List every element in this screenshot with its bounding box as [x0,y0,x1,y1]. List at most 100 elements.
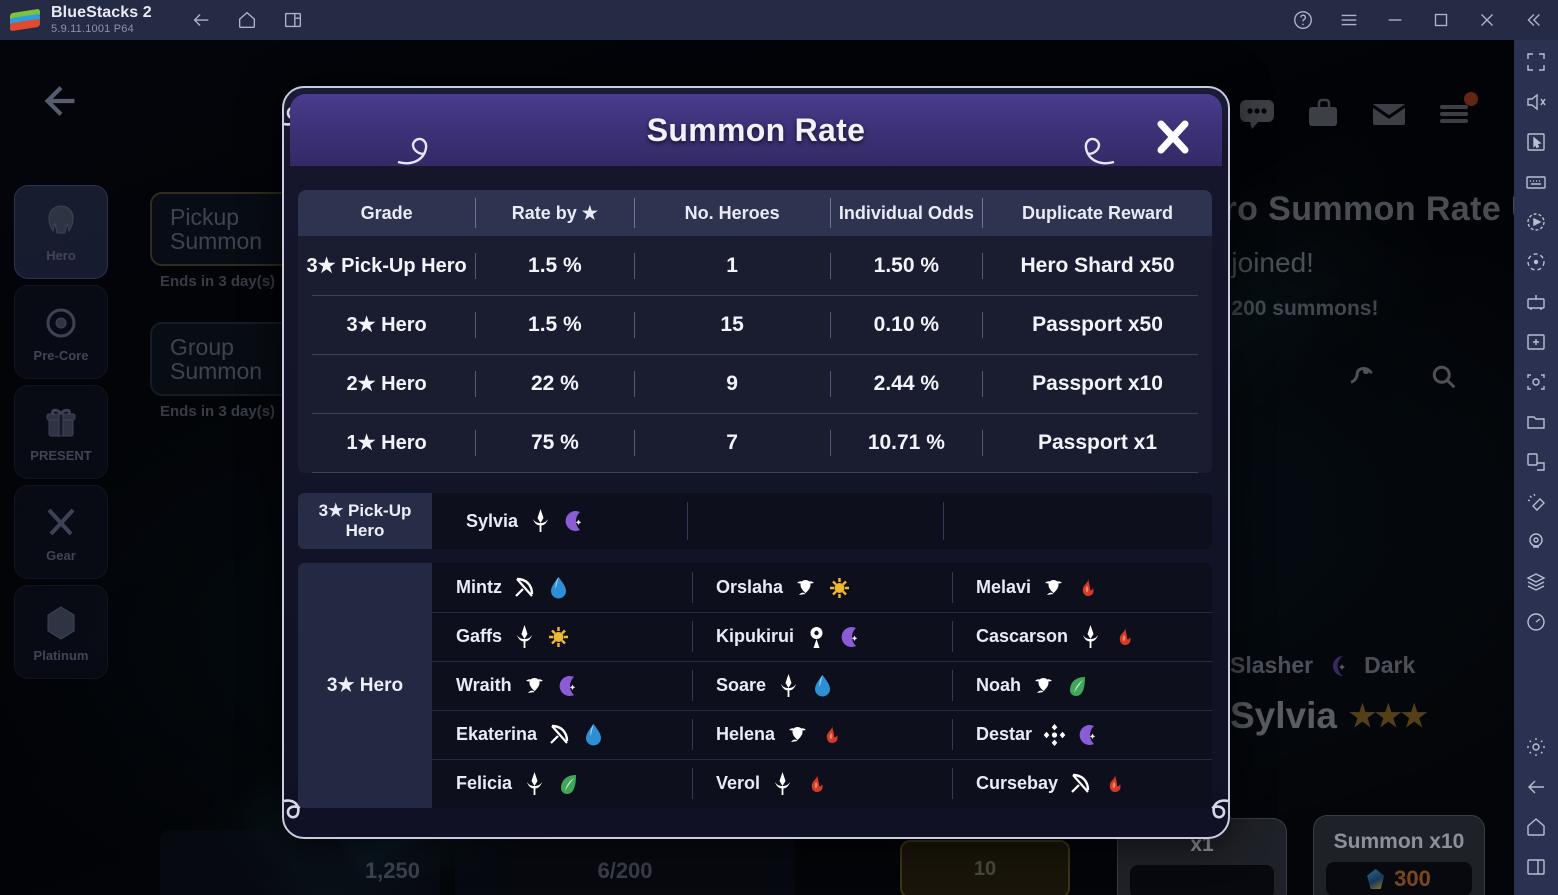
multi-instance-manager-icon[interactable] [1524,290,1548,314]
sidebar-item-label: Platinum [33,647,89,663]
back-icon[interactable] [1524,775,1548,799]
shake-icon[interactable] [1524,490,1548,514]
rotate-icon[interactable] [1524,450,1548,474]
summon-x1-cost [1130,865,1274,895]
hero-grid-row: Gaffs Kipukirui Cascarson [432,612,1212,661]
hero-name: Sylvia [466,510,519,531]
layers-icon[interactable] [1524,570,1548,594]
hero-name: Sylvia [1230,695,1337,736]
pointer-icon[interactable] [1524,130,1548,154]
sidebar-item-platinum[interactable]: Platinum [14,585,108,679]
back-icon[interactable] [190,9,212,31]
modal-body: Grade Rate by ★ No. Heroes Individual Od… [284,166,1228,808]
cell-rate: 75 % [530,430,579,454]
banner-action-buttons [1330,345,1514,407]
column-header-duplicate-reward: Duplicate Reward [1021,202,1174,223]
bag-icon[interactable] [1304,98,1342,130]
hero-name: Noah [976,675,1021,695]
core-icon [40,302,82,344]
hero-name: Cursebay [976,773,1059,793]
three-star-hero-section: 3★ Hero Mintz Orslaha Melavi Gaffs Kipuk… [298,563,1212,808]
app-title: BlueStacks 2 [51,3,152,21]
search-button[interactable] [1412,345,1474,407]
summon-rate-table: Grade Rate by ★ No. Heroes Individual Od… [298,190,1212,473]
list-item: Melavi [952,563,1212,612]
home-icon[interactable] [236,9,258,31]
sidebar-item-present[interactable]: PRESENT [14,385,108,479]
hero-name: Cascarson [976,626,1069,646]
sidebar-item-gear[interactable]: Gear [14,485,108,579]
hero-name: Verol [716,773,761,793]
recents-icon[interactable] [1524,855,1548,879]
mute-icon[interactable] [1524,90,1548,114]
hero-name: Orslaha [716,577,784,597]
list-item: Mintz [432,563,692,612]
cell-grade: 2★ Hero [346,373,427,395]
hero-grid-row: Mintz Orslaha Melavi [432,563,1212,612]
column-header-grade: Grade [360,202,413,223]
home-icon[interactable] [1524,815,1548,839]
cell-reward: Passport x10 [1032,371,1163,395]
sidebar-item-pre-core[interactable]: Pre-Core [14,285,108,379]
close-icon[interactable] [1150,114,1196,160]
dark-element-icon [557,673,580,699]
apk-install-icon[interactable] [1524,330,1548,354]
cell-odds: 1.50 % [873,253,940,277]
multi-instance-icon[interactable] [282,9,304,31]
dark-element-icon [839,624,862,650]
settings-icon[interactable] [1524,735,1548,759]
macro-record-icon[interactable] [1524,250,1548,274]
dark-element-icon [1327,653,1350,679]
modal-title: Summon Rate [646,111,866,148]
cell-rate: 22 % [530,371,579,395]
close-icon[interactable] [1476,9,1498,31]
macro-play-icon[interactable] [1524,210,1548,234]
pickup-hero-section: 3★ Pick-Up Hero Sylvia [298,493,1212,549]
mail-icon[interactable] [1370,98,1408,130]
screenshot-icon[interactable] [1524,370,1548,394]
table-row: 3★ Pick-Up Hero 1.5 % 1 1.50 % Hero Shar… [298,236,1212,295]
dark-element-icon [563,508,586,534]
hero-preview-button[interactable] [1330,345,1392,407]
fire-element-icon [820,722,843,748]
ranger-class-icon [513,575,536,601]
media-folder-icon[interactable] [1524,410,1548,434]
ticket-card: 10 [900,840,1070,895]
gift-icon [40,402,82,444]
maximize-icon[interactable] [1430,9,1452,31]
hero-name-row: Sylvia ★★★ [1230,695,1428,737]
hero-class: Slasher [1230,652,1314,678]
sidebar-item-label: Hero [46,247,76,263]
hero-name: Mintz [456,577,502,597]
list-item: Sylvia [432,508,687,534]
fullscreen-icon[interactable] [1524,50,1548,74]
hero-name: Gaffs [456,626,503,646]
notification-badge [1464,92,1478,106]
location-icon[interactable] [1524,530,1548,554]
collapse-icon[interactable] [1522,9,1544,31]
bluestacks-toolbar [1514,40,1558,895]
hero-grid-row: Wraith Soare Noah [432,661,1212,710]
hero-name: Soare [716,675,767,695]
keyboard-icon[interactable] [1524,170,1548,194]
cell-grade: 3★ Hero [346,314,427,336]
chat-icon[interactable] [1238,98,1276,130]
defender-class-icon [1043,722,1066,748]
table-header-row: Grade Rate by ★ No. Heroes Individual Od… [298,190,1212,236]
slasher-class-icon [513,624,536,650]
helmet-icon [40,202,82,244]
help-icon[interactable] [1292,9,1314,31]
menu-icon[interactable] [1338,9,1360,31]
column-header-no-heroes: No. Heroes [684,202,780,223]
game-back-icon[interactable] [38,78,84,124]
bluestacks-titlebar: BlueStacks 2 5.9.11.1001 P64 [0,0,1558,40]
summon-x10-cost-value: 300 [1394,866,1431,891]
minimize-icon[interactable] [1384,9,1406,31]
cell-rate: 1.5 % [528,312,582,336]
ranger-class-icon [1069,771,1092,797]
performance-icon[interactable] [1524,610,1548,634]
hero-grid-row: Felicia Verol Cursebay [432,759,1212,808]
summon-x10-button[interactable]: Summon x10 300 [1313,815,1485,895]
window-controls [1292,9,1558,31]
sidebar-item-hero[interactable]: Hero [14,185,108,279]
